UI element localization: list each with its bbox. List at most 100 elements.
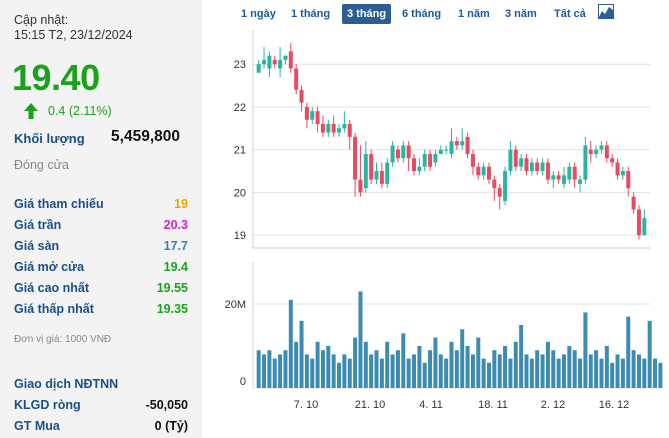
volume-bar: [583, 312, 588, 388]
volume-bar: [497, 354, 502, 388]
candle: [551, 171, 556, 189]
candle-body: [572, 166, 577, 180]
candle: [267, 51, 272, 78]
candle-body: [433, 153, 438, 163]
candle: [390, 141, 395, 167]
candle: [422, 149, 427, 172]
candle: [642, 209, 647, 236]
candle: [379, 162, 384, 189]
candle-body: [604, 145, 609, 159]
candle: [315, 106, 320, 133]
candle-body: [422, 153, 427, 167]
volume-bar: [636, 354, 641, 388]
candle-body: [390, 145, 395, 163]
candle-body: [481, 166, 486, 176]
candle-body: [326, 124, 331, 133]
volume-bar: [428, 350, 433, 388]
volume-bar: [620, 358, 625, 388]
volume-bar: [460, 329, 465, 388]
volume-bar: [594, 350, 599, 388]
candle-body: [449, 141, 454, 154]
volume-bar: [551, 350, 556, 388]
candle-body: [610, 158, 615, 163]
candle: [486, 162, 491, 184]
volume-bar: [444, 358, 449, 388]
volume-bar: [320, 350, 325, 388]
volume-bar: [519, 325, 524, 388]
candle: [278, 47, 283, 78]
volume-bar: [503, 346, 508, 388]
volume-bar: [470, 354, 475, 388]
candle: [412, 153, 417, 176]
date-tick-label: 16. 12: [599, 399, 630, 411]
volume-bar: [422, 362, 427, 388]
candle: [417, 158, 422, 176]
volume-bar: [358, 291, 363, 388]
volume-bar: [412, 354, 417, 388]
volume-bar: [567, 346, 572, 388]
candle-body: [540, 162, 545, 172]
candle-body: [460, 141, 465, 146]
candle-body: [642, 218, 647, 236]
candle-body: [594, 149, 599, 154]
volume-bar: [278, 354, 283, 388]
candle-body: [524, 158, 529, 172]
volume-bar: [310, 358, 315, 388]
volume-bar: [486, 362, 491, 388]
price-tick-label: 21: [234, 145, 246, 157]
candle: [556, 171, 561, 184]
candle: [508, 141, 513, 176]
candle-body: [299, 89, 304, 103]
volume-bar: [588, 354, 593, 388]
candle: [465, 132, 470, 159]
candle: [519, 153, 524, 172]
date-tick-label: 18. 11: [478, 399, 508, 411]
candle: [358, 145, 363, 197]
candle: [492, 175, 497, 201]
candle-body: [283, 55, 288, 60]
volume-bar: [476, 337, 481, 388]
candle: [369, 149, 374, 184]
volume-bar: [294, 341, 299, 388]
price-tick-label: 23: [234, 59, 246, 71]
volume-bar: [417, 346, 422, 388]
volume-bar: [599, 358, 604, 388]
volume-bar: [363, 341, 368, 388]
candle-body: [454, 141, 459, 146]
volume-bar: [604, 346, 609, 388]
candle: [428, 149, 433, 172]
volume-bar: [326, 346, 331, 388]
volume-bar: [529, 358, 534, 388]
candle-body: [470, 153, 475, 167]
candle-body: [503, 171, 508, 201]
candle: [460, 128, 465, 150]
volume-bar: [395, 350, 400, 388]
candle-body: [519, 158, 524, 167]
candle: [256, 59, 261, 73]
volume-bar: [379, 358, 384, 388]
candle: [476, 162, 481, 180]
volume-bar: [653, 358, 658, 388]
volume-bar: [647, 320, 652, 388]
candle: [604, 141, 609, 163]
volume-bar: [337, 362, 342, 388]
candle: [294, 64, 299, 95]
volume-bar: [465, 346, 470, 388]
candle: [320, 115, 325, 137]
date-tick-label: 21. 10: [355, 399, 386, 411]
candle: [481, 162, 486, 180]
candle-body: [385, 162, 390, 184]
candle-body: [379, 171, 384, 184]
candle: [540, 158, 545, 176]
volume-bar: [401, 333, 406, 388]
candle: [599, 141, 604, 154]
candle-body: [267, 55, 272, 69]
volume-tick-label: 20M: [225, 299, 246, 311]
price-tick-label: 19: [234, 230, 246, 242]
candle: [272, 55, 277, 69]
candle-body: [551, 175, 556, 180]
candle: [406, 141, 411, 172]
candle-body: [320, 124, 325, 133]
candle-body: [294, 68, 299, 90]
volume-bar: [524, 354, 529, 388]
